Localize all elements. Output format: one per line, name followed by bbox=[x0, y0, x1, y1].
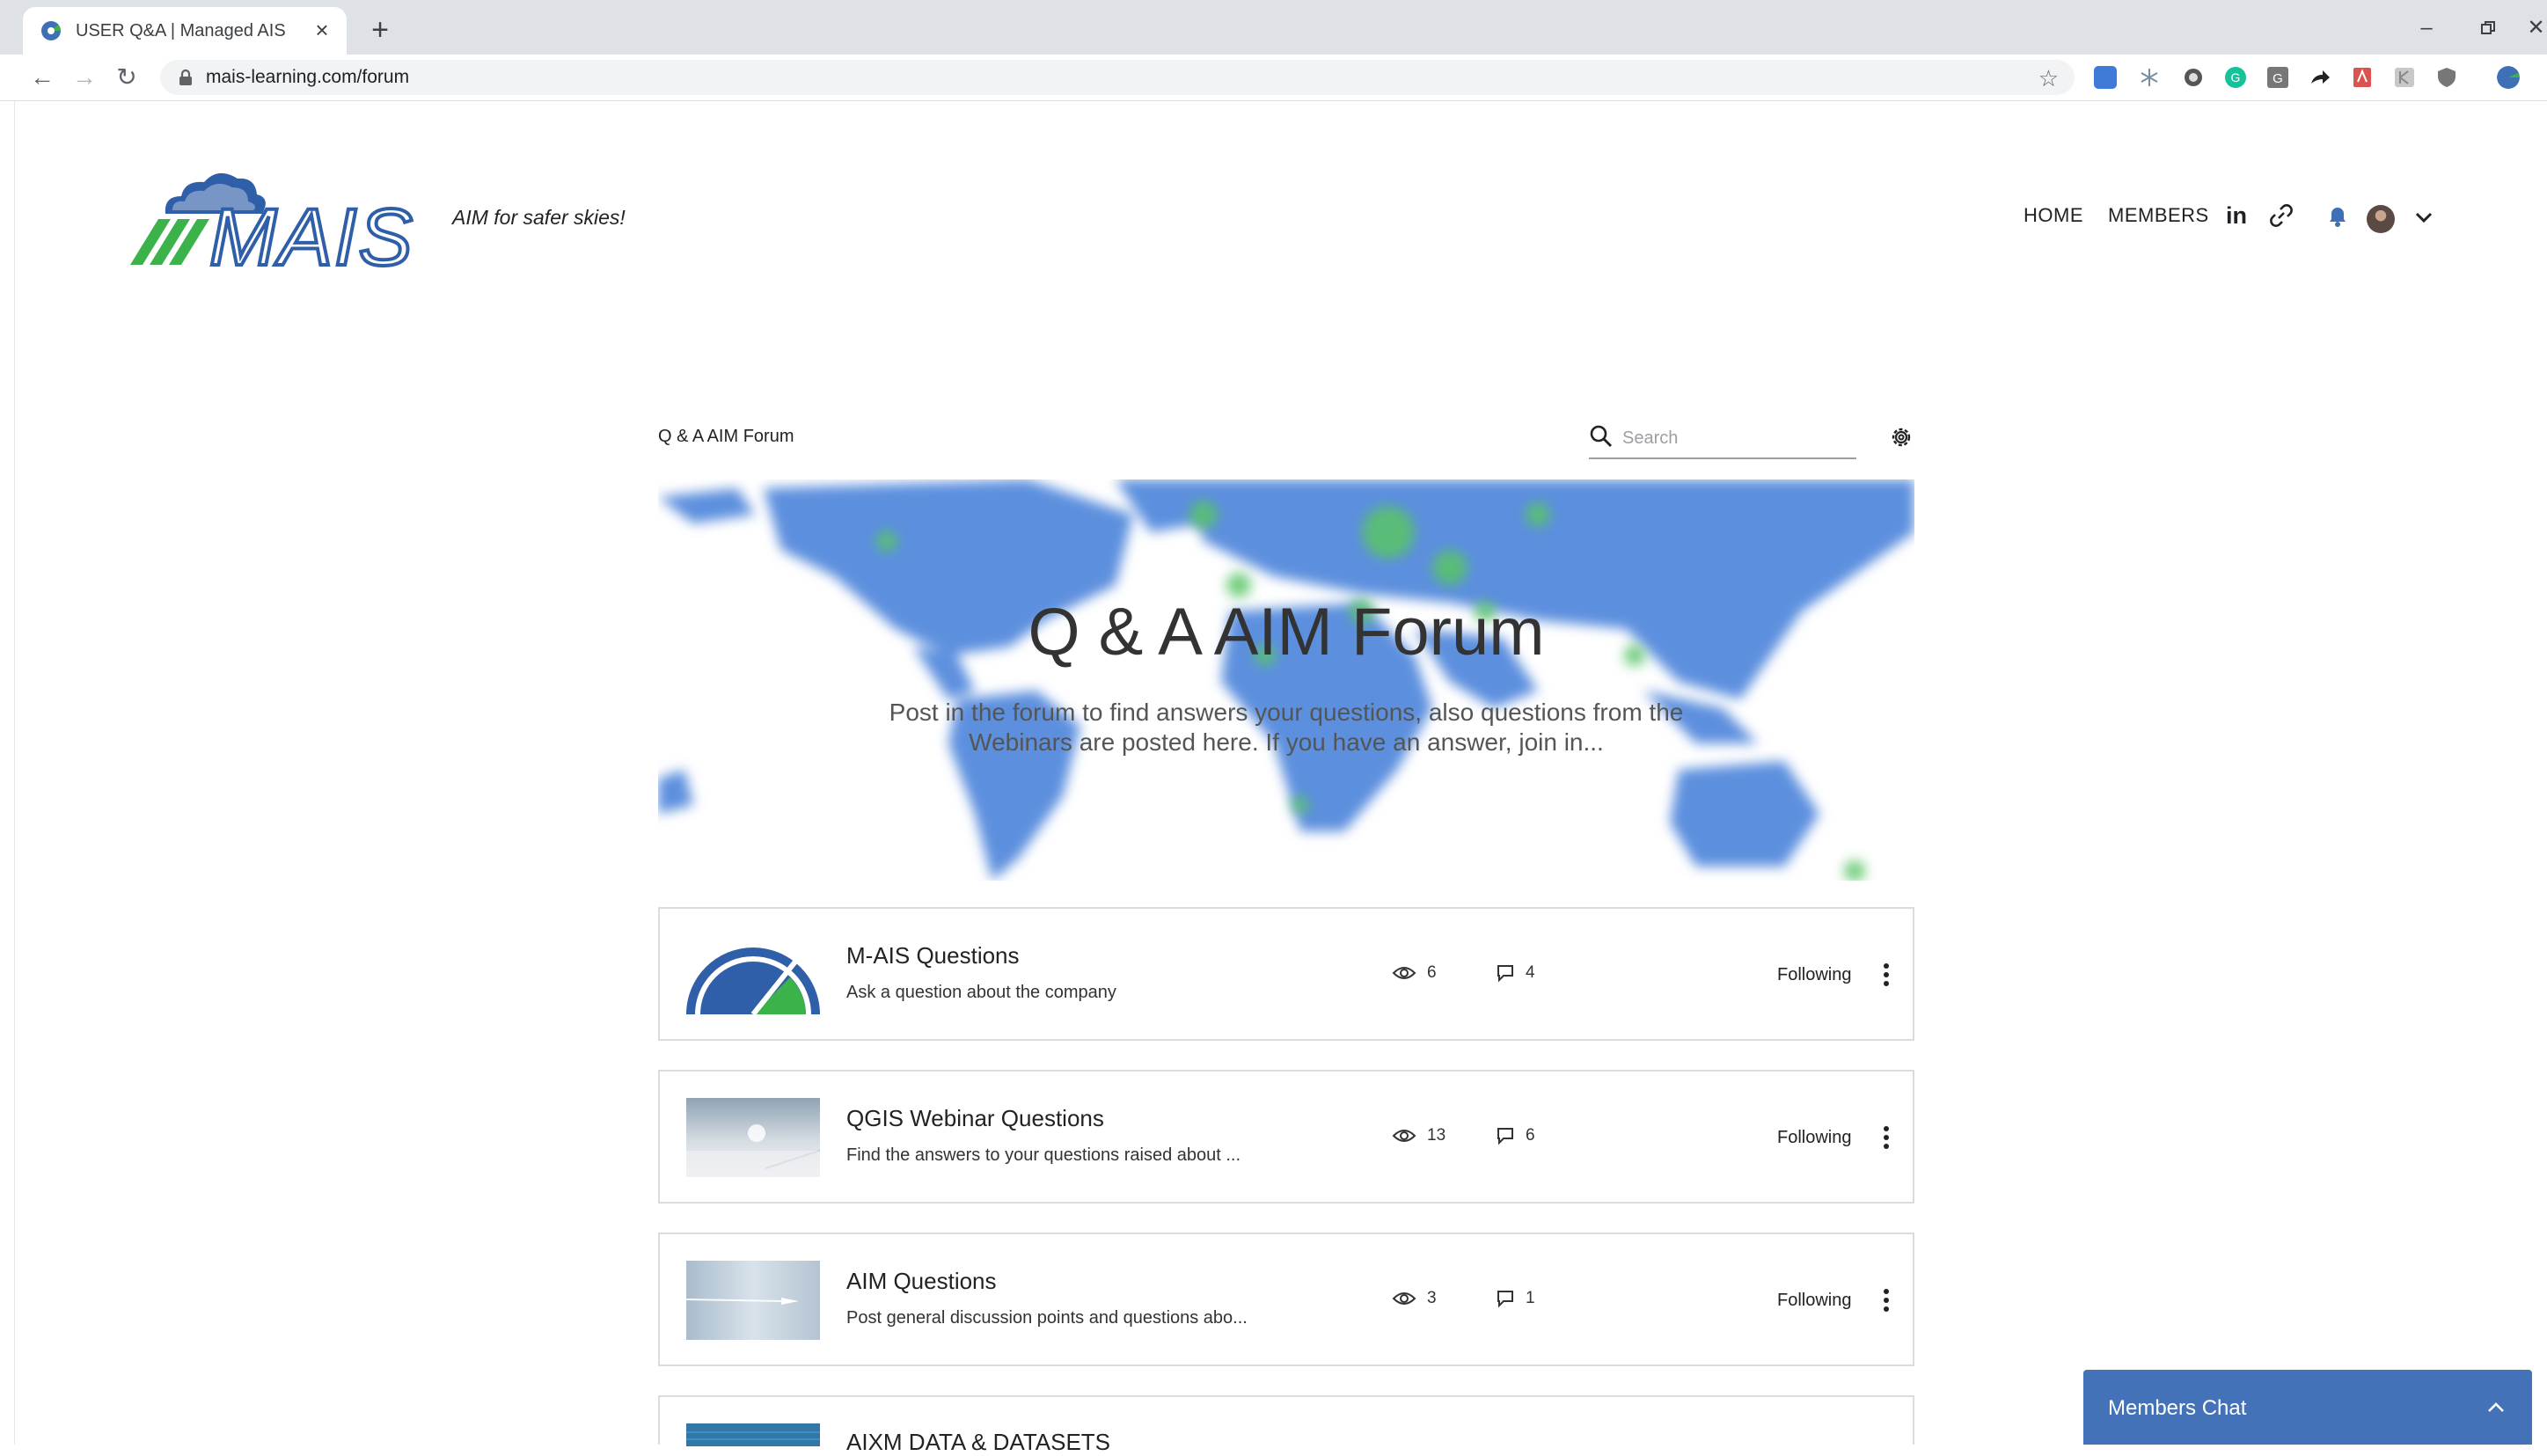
user-avatar[interactable] bbox=[2367, 205, 2395, 233]
nav-members[interactable]: MEMBERS bbox=[2108, 204, 2209, 227]
category-title[interactable]: AIM Questions bbox=[846, 1268, 997, 1295]
reload-icon[interactable]: ↻ bbox=[111, 62, 143, 93]
site-tagline: AIM for safer skies! bbox=[452, 206, 626, 229]
category-card[interactable]: AIM Questions Post general discussion po… bbox=[658, 1233, 1914, 1366]
eye-icon bbox=[1392, 1292, 1416, 1305]
eye-icon bbox=[1392, 967, 1416, 979]
svg-text:MAIS: MAIS bbox=[209, 193, 414, 270]
category-title[interactable]: QGIS Webinar Questions bbox=[846, 1105, 1104, 1132]
minimize-window-icon[interactable]: – bbox=[2409, 12, 2444, 44]
views-value: 3 bbox=[1427, 1289, 1437, 1307]
search-icon[interactable] bbox=[1589, 424, 1614, 449]
posts-count: 6 bbox=[1496, 1126, 1535, 1145]
back-arrow-icon[interactable]: ← bbox=[26, 62, 58, 93]
svg-text:G: G bbox=[2231, 70, 2241, 84]
following-button[interactable]: Following bbox=[1777, 965, 1851, 985]
tab-title: USER Q&A | Managed AIS bbox=[76, 20, 286, 40]
views-count: 3 bbox=[1392, 1289, 1437, 1308]
category-title[interactable]: M-AIS Questions bbox=[846, 942, 1020, 969]
views-count: 6 bbox=[1392, 963, 1437, 983]
forward-arrow-icon[interactable]: → bbox=[69, 62, 100, 93]
posts-value: 1 bbox=[1526, 1289, 1535, 1307]
extension-pdf-icon[interactable] bbox=[2351, 66, 2374, 89]
category-description: Find the answers to your questions raise… bbox=[846, 1145, 1241, 1165]
eye-icon bbox=[1392, 1130, 1416, 1142]
category-description: Post general discussion points and quest… bbox=[846, 1308, 1248, 1328]
browser-tab-bar: USER Q&A | Managed AIS × + – ✕ bbox=[0, 0, 2547, 55]
new-tab-button[interactable]: + bbox=[362, 12, 398, 48]
posts-count: 4 bbox=[1496, 963, 1535, 983]
hero-title: Q & A AIM Forum bbox=[1028, 595, 1545, 669]
category-thumbnail bbox=[686, 1261, 820, 1340]
search-input[interactable] bbox=[1621, 424, 1853, 452]
extension-circle-icon[interactable] bbox=[2182, 66, 2205, 89]
category-thumbnail bbox=[686, 947, 820, 1014]
notification-bell-icon[interactable] bbox=[2324, 202, 2351, 229]
bookmark-star-icon[interactable]: ☆ bbox=[2038, 65, 2059, 92]
forum-search bbox=[1589, 421, 1856, 459]
extension-reader-icon[interactable] bbox=[2393, 66, 2416, 89]
browser-tab[interactable]: USER Q&A | Managed AIS × bbox=[23, 7, 347, 55]
chevron-up-icon[interactable] bbox=[2483, 1394, 2509, 1421]
chevron-down-icon[interactable] bbox=[2411, 204, 2437, 230]
more-options-icon[interactable] bbox=[1877, 960, 1895, 990]
extension-shield-icon[interactable] bbox=[2435, 66, 2458, 89]
views-value: 6 bbox=[1427, 963, 1437, 982]
restore-window-icon[interactable] bbox=[2470, 12, 2506, 44]
address-bar[interactable]: mais-learning.com/forum ☆ bbox=[160, 60, 2075, 95]
nav-home[interactable]: HOME bbox=[2024, 204, 2083, 227]
views-value: 13 bbox=[1427, 1126, 1446, 1145]
forum-hero-banner: Q & A AIM Forum Post in the forum to fin… bbox=[658, 479, 1914, 881]
hero-subtitle: Post in the forum to find answers your q… bbox=[889, 699, 1684, 756]
category-card[interactable]: M-AIS Questions Ask a question about the… bbox=[658, 907, 1914, 1041]
svg-text:G: G bbox=[2273, 71, 2283, 86]
following-button[interactable]: Following bbox=[1777, 1291, 1851, 1311]
views-count: 13 bbox=[1392, 1126, 1445, 1145]
profile-avatar-icon[interactable] bbox=[2497, 66, 2520, 89]
members-chat-panel[interactable]: Members Chat bbox=[2083, 1370, 2532, 1445]
browser-toolbar: ← → ↻ mais-learning.com/forum ☆ bbox=[0, 55, 2547, 101]
category-card[interactable]: QGIS Webinar Questions Find the answers … bbox=[658, 1070, 1914, 1204]
extension-snowflake-icon[interactable] bbox=[2138, 66, 2161, 89]
extension-share-arrow-icon[interactable] bbox=[2309, 66, 2331, 89]
tab-close-icon[interactable]: × bbox=[310, 18, 334, 42]
mais-logo[interactable]: MAIS bbox=[130, 161, 426, 270]
extension-g-icon[interactable]: G bbox=[2266, 66, 2289, 89]
lock-icon bbox=[179, 69, 192, 85]
site-favicon-icon bbox=[41, 21, 61, 40]
comment-icon bbox=[1497, 1291, 1513, 1308]
world-map-image bbox=[658, 479, 1914, 881]
linkedin-icon[interactable]: in bbox=[2226, 202, 2252, 229]
comment-icon bbox=[1497, 1128, 1513, 1145]
posts-count: 1 bbox=[1496, 1289, 1535, 1308]
extension-drive-icon[interactable] bbox=[2094, 66, 2117, 89]
category-thumbnail bbox=[686, 1423, 820, 1446]
more-options-icon[interactable] bbox=[1877, 1123, 1895, 1152]
category-title[interactable]: AIXM DATA & DATASETS bbox=[846, 1429, 1110, 1456]
comment-icon bbox=[1497, 965, 1513, 983]
posts-value: 6 bbox=[1526, 1126, 1535, 1145]
extension-grammarly-icon[interactable]: G bbox=[2224, 66, 2247, 89]
category-thumbnail bbox=[686, 1098, 820, 1177]
gear-icon[interactable] bbox=[1888, 424, 1914, 450]
close-window-icon[interactable]: ✕ bbox=[2525, 12, 2547, 44]
following-button[interactable]: Following bbox=[1777, 1128, 1851, 1148]
link-icon[interactable] bbox=[2268, 202, 2294, 229]
posts-value: 4 bbox=[1526, 963, 1535, 982]
category-card[interactable]: AIXM DATA & DATASETS bbox=[658, 1395, 1914, 1455]
url-text: mais-learning.com/forum bbox=[206, 67, 410, 87]
members-chat-title: Members Chat bbox=[2108, 1396, 2247, 1420]
forum-breadcrumb[interactable]: Q & A AIM Forum bbox=[658, 427, 794, 447]
category-description: Ask a question about the company bbox=[846, 983, 1116, 1002]
more-options-icon[interactable] bbox=[1877, 1285, 1895, 1315]
